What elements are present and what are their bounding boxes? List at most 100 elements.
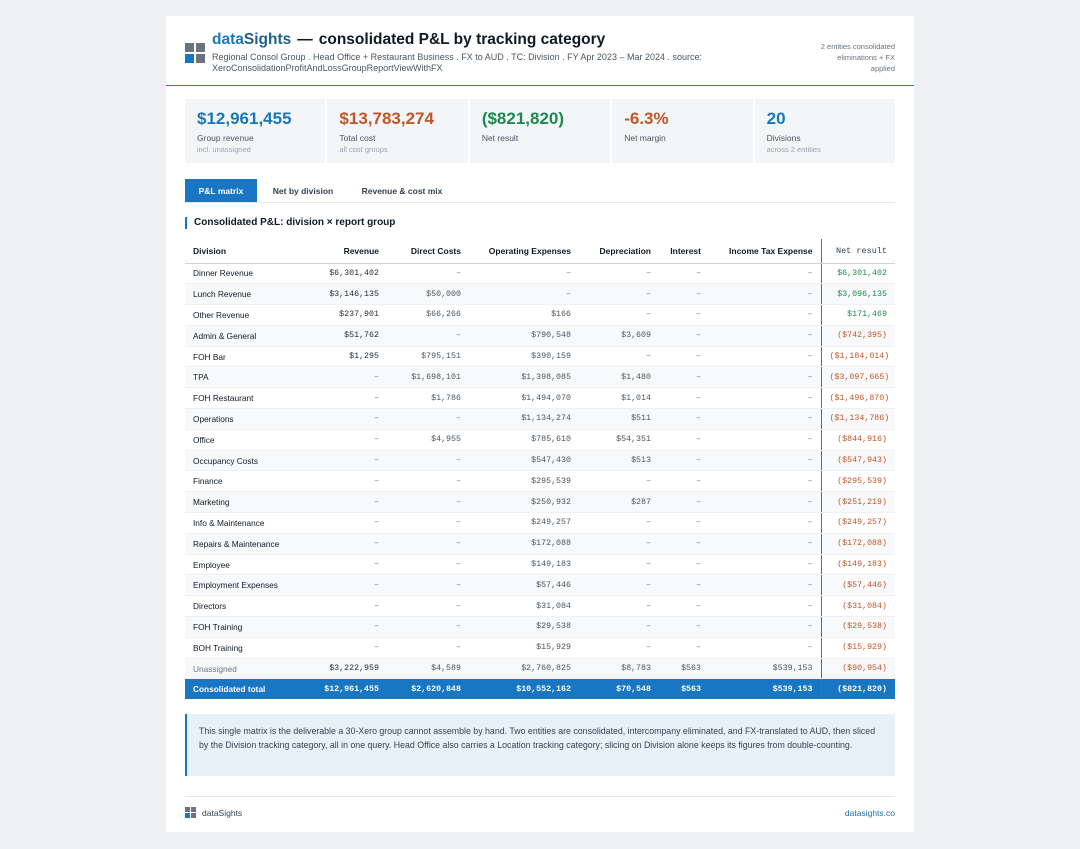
- value-cell: –: [315, 450, 387, 472]
- value-cell: –: [579, 637, 659, 659]
- kpi-label: Total cost: [339, 133, 376, 143]
- table-row: Admin & General $51,762– $790,548 $3,609– –(…: [185, 325, 895, 347]
- division-name: Unassigned: [185, 658, 315, 680]
- value-cell: –: [659, 263, 709, 285]
- net-result-cell: ($15,929): [820, 637, 895, 659]
- value-cell: –: [315, 533, 387, 555]
- value-cell: $1,480: [579, 366, 659, 389]
- consolidation-status: 2 entities consolidated eliminations + F…: [775, 41, 895, 74]
- tab-pl-matrix[interactable]: P&L matrix: [185, 179, 257, 202]
- division-name: TPA: [185, 366, 315, 389]
- value-cell: –: [709, 491, 821, 514]
- net-result-cell: ($742,395): [820, 325, 895, 347]
- value-cell: –: [709, 554, 821, 576]
- division-name: Office: [185, 429, 315, 451]
- datasights-logo-icon: [185, 43, 205, 63]
- value-cell: –: [709, 533, 821, 555]
- value-cell: –: [659, 366, 709, 389]
- value-cell: –: [659, 616, 709, 638]
- division-name: FOH Bar: [185, 346, 315, 368]
- value-cell: –: [579, 616, 659, 638]
- value-cell: –: [709, 616, 821, 638]
- value-cell: –: [659, 325, 709, 347]
- net-result-cell: ($547,943): [820, 450, 895, 472]
- net-result-cell: ($1,496,870): [820, 387, 895, 410]
- value-cell: $8,783: [579, 658, 659, 680]
- total-net-result: ($821,820): [820, 678, 895, 699]
- net-result-cell: ($1,134,786): [820, 408, 895, 430]
- column-header[interactable]: Direct Costs: [387, 239, 469, 264]
- value-cell: –: [709, 263, 821, 285]
- column-header[interactable]: Revenue: [315, 239, 387, 264]
- net-result-cell: ($57,446): [820, 574, 895, 597]
- brand-name-second: Sights: [243, 31, 292, 48]
- value-cell: –: [659, 533, 709, 555]
- value-cell: –: [315, 491, 387, 514]
- value-cell: –: [659, 512, 709, 534]
- column-header[interactable]: Operating Expenses: [469, 239, 579, 264]
- net-result-cell: ($249,257): [820, 512, 895, 534]
- kpi-value: $13,783,274: [339, 109, 434, 128]
- division-name: Repairs & Maintenance: [185, 533, 315, 555]
- value-cell: –: [387, 450, 469, 472]
- value-cell: $3,609: [579, 325, 659, 347]
- kpi-label: Divisions: [766, 133, 801, 143]
- tab-net-by-division[interactable]: Net by division: [263, 179, 343, 202]
- value-cell: –: [659, 554, 709, 576]
- net-result-cell: ($3,097,665): [820, 366, 895, 389]
- total-value-cell: $539,153: [709, 678, 821, 699]
- value-cell: –: [659, 408, 709, 430]
- column-header[interactable]: Division: [185, 239, 315, 264]
- division-name: Lunch Revenue: [185, 283, 315, 306]
- value-cell: –: [659, 450, 709, 472]
- value-cell: –: [387, 325, 469, 347]
- value-cell: –: [315, 512, 387, 534]
- total-value-cell: $10,552,162: [469, 678, 579, 699]
- net-result-cell: ($251,219): [820, 491, 895, 514]
- value-cell: $66,266: [387, 304, 469, 326]
- kpi-label: Net result: [481, 133, 519, 143]
- value-cell: –: [579, 574, 659, 597]
- column-header[interactable]: Income Tax Expense: [709, 239, 821, 264]
- value-cell: –: [709, 574, 821, 597]
- value-cell: $1,295: [315, 346, 387, 368]
- value-cell: $54,351: [579, 429, 659, 451]
- column-header[interactable]: Depreciation: [579, 239, 659, 264]
- status-line-3: applied: [870, 64, 895, 73]
- value-cell: –: [387, 616, 469, 638]
- total-value-cell: $70,548: [579, 678, 659, 699]
- footer-brand: dataSights: [202, 808, 243, 818]
- value-cell: –: [315, 387, 387, 410]
- value-cell: –: [469, 263, 579, 285]
- kpi-sub: all cost groups: [339, 145, 388, 154]
- value-cell: –: [709, 429, 821, 451]
- value-cell: –: [659, 304, 709, 326]
- value-cell: –: [659, 429, 709, 451]
- footer-website-link[interactable]: datasights.co: [845, 808, 895, 818]
- division-name: Dinner Revenue: [185, 263, 315, 285]
- table-row: FOH Training – – $29,538– – – ($29,538): [185, 616, 895, 638]
- table-header-row: Division Revenue Direct Costs Operating …: [185, 239, 895, 264]
- tab-revenue-cost-mix[interactable]: Revenue & cost mix: [357, 179, 447, 202]
- table-row: Employment Expenses – – $57,446– – – ($57,446): [185, 574, 895, 597]
- datasights-logo-icon: [185, 807, 196, 818]
- kpi-sub: incl. unassigned: [197, 145, 251, 154]
- value-cell: –: [579, 554, 659, 576]
- value-cell: –: [315, 595, 387, 618]
- total-value-cell: $563: [659, 678, 709, 699]
- net-result-cell: ($31,084): [820, 595, 895, 618]
- net-result-cell: ($149,183): [820, 554, 895, 576]
- net-result-cell: ($29,538): [820, 616, 895, 638]
- explanatory-note: This single matrix is the deliverable a …: [185, 714, 895, 776]
- table-row: Dinner Revenue $6,301,402– – – – – $6,301,402: [185, 263, 895, 285]
- value-cell: –: [387, 554, 469, 576]
- table-row: FOH Bar $1,295 $795,151 $390,159– – – ($1,184,…: [185, 346, 895, 368]
- column-header[interactable]: Net result: [820, 239, 895, 264]
- value-cell: –: [579, 346, 659, 368]
- column-header[interactable]: Interest: [659, 239, 709, 264]
- division-name: Employee: [185, 554, 315, 576]
- table-row: Occupancy Costs – – $547,430 $513– – ($547,943…: [185, 450, 895, 472]
- division-name: Other Revenue: [185, 304, 315, 326]
- value-cell: $1,014: [579, 387, 659, 410]
- report-header: dataSights — consolidated P&L by tracking …: [166, 16, 914, 86]
